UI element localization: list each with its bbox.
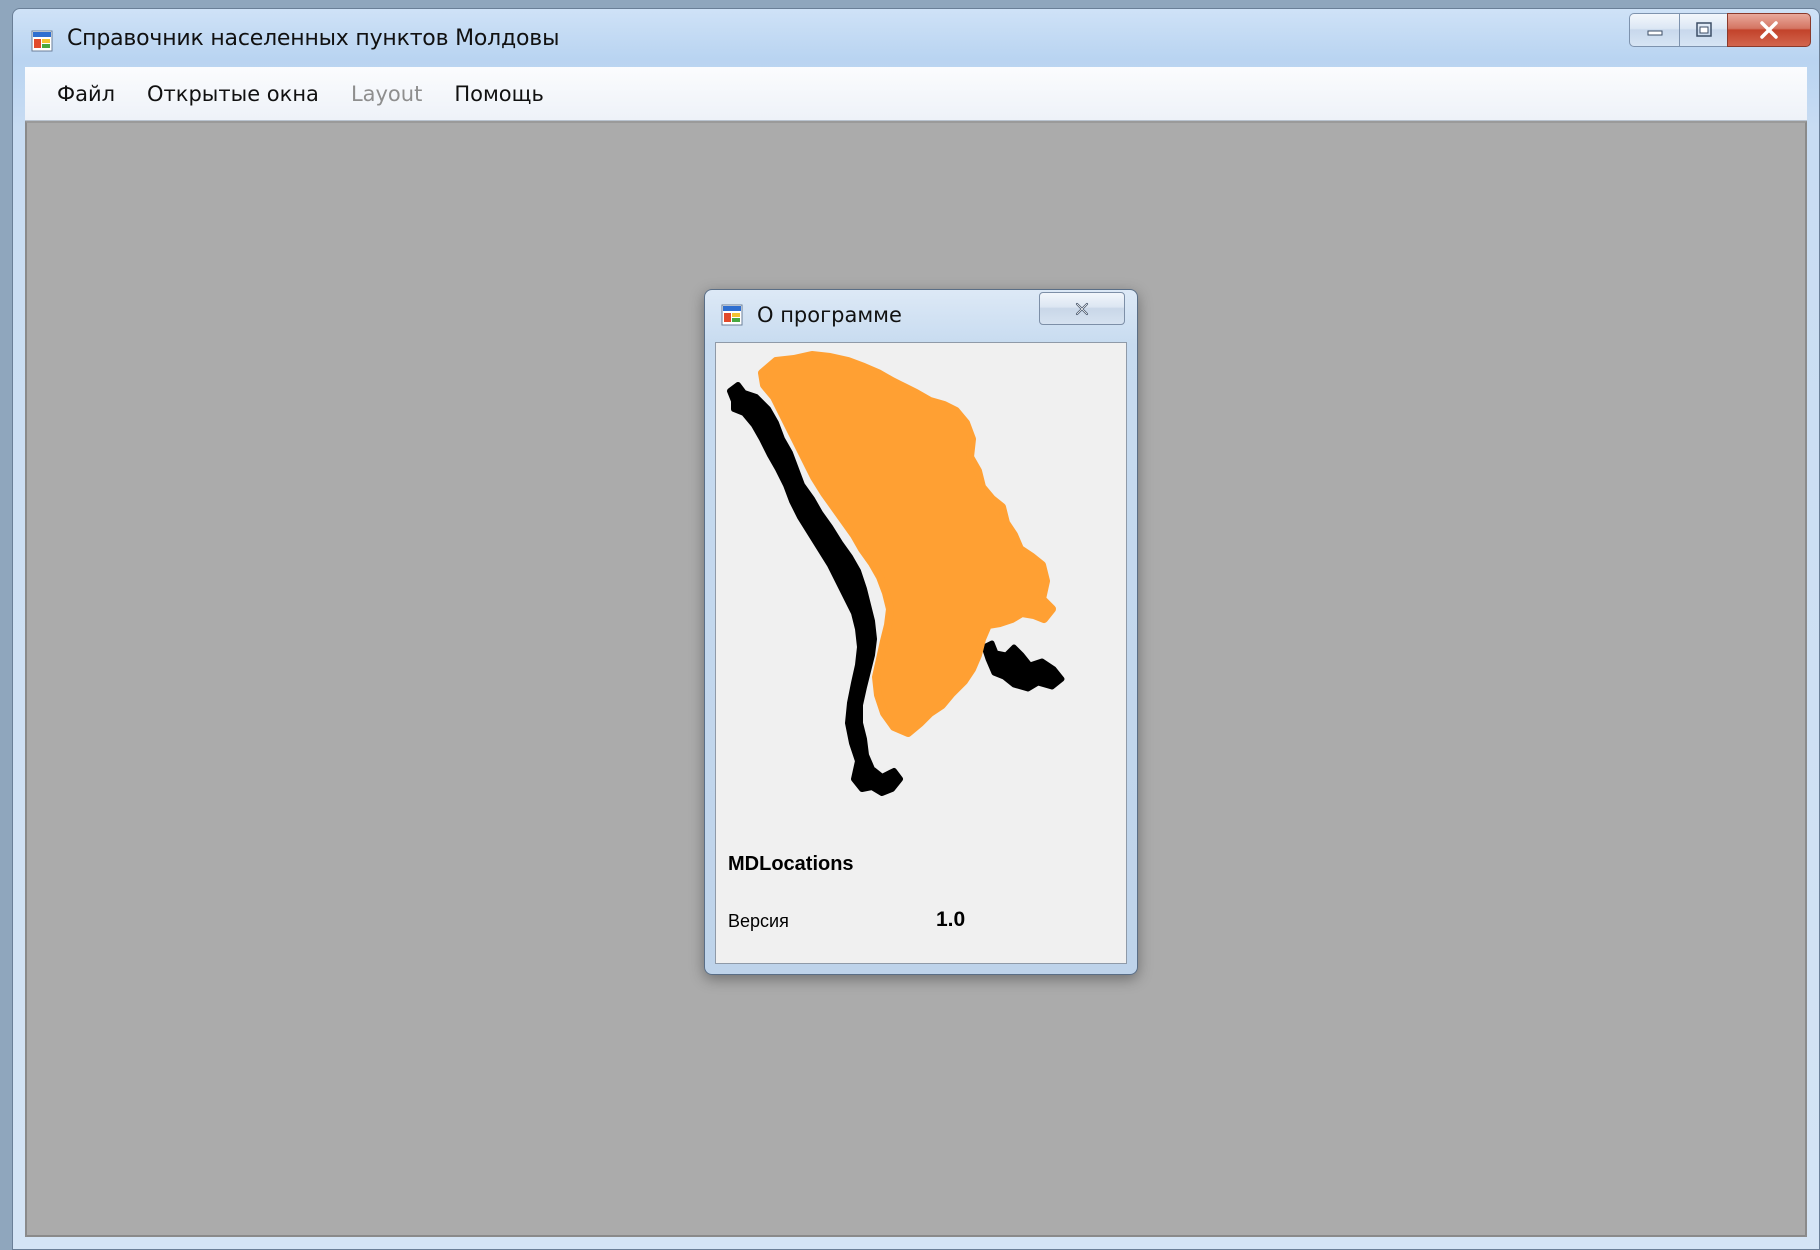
- dialog-body: MDLocations Версия 1.0: [715, 342, 1127, 964]
- dialog-app-icon: [721, 304, 743, 326]
- close-icon: [1075, 302, 1089, 315]
- menu-bar: Файл Открытые окна Layout Помощь: [25, 67, 1807, 121]
- close-button[interactable]: [1727, 13, 1811, 47]
- menu-item-open-windows[interactable]: Открытые окна: [131, 74, 335, 114]
- dialog-close-button[interactable]: [1039, 292, 1125, 325]
- transnistria-south-shape: [981, 640, 1065, 692]
- menu-item-layout[interactable]: Layout: [335, 74, 438, 114]
- menu-item-file[interactable]: Файл: [41, 74, 131, 114]
- moldova-map-image: [727, 351, 1065, 796]
- minimize-button[interactable]: [1629, 13, 1679, 47]
- product-name: MDLocations: [728, 853, 854, 875]
- maximize-icon: [1695, 22, 1712, 37]
- caption-buttons: [1629, 13, 1811, 47]
- about-dialog: О программе MDLocations Версия 1.0: [704, 289, 1138, 975]
- close-icon: [1760, 21, 1778, 39]
- dialog-title: О программе: [757, 303, 902, 327]
- version-value: 1.0: [936, 908, 966, 931]
- version-label: Версия: [728, 911, 789, 931]
- window-title: Справочник населенных пунктов Молдовы: [67, 26, 560, 51]
- minimize-icon: [1647, 30, 1662, 36]
- title-bar[interactable]: Справочник населенных пунктов Молдовы: [13, 9, 1819, 67]
- maximize-button[interactable]: [1679, 13, 1727, 47]
- menu-item-help[interactable]: Помощь: [438, 74, 560, 114]
- app-icon: [31, 30, 53, 52]
